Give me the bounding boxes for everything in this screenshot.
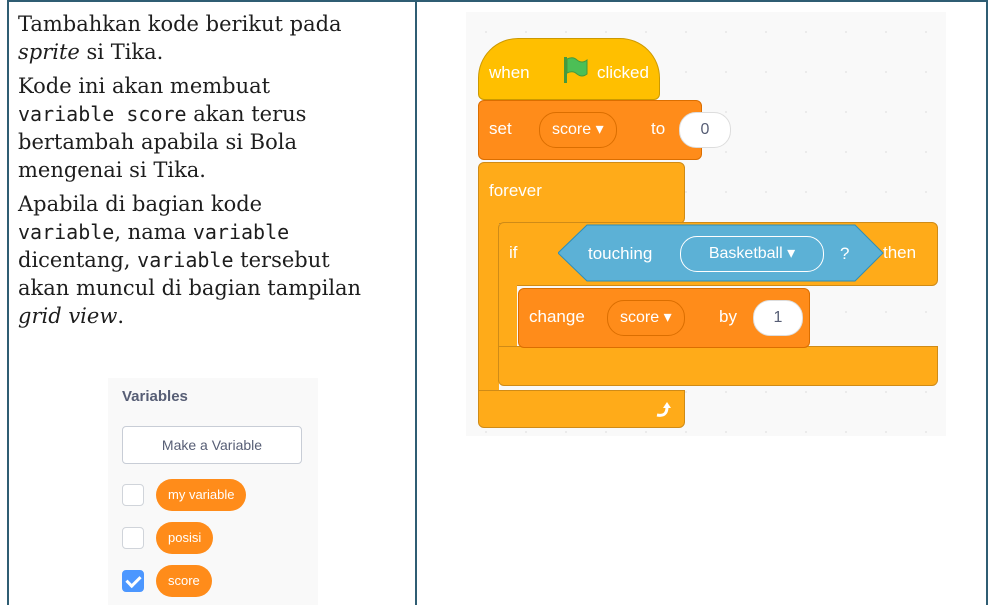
hat-clicked-label: clicked (597, 63, 649, 82)
instruction-text: Tambahkan kode berikut pada sprite si Ti… (18, 10, 408, 336)
emphasis: sprite (18, 40, 80, 64)
if-bottom (498, 346, 938, 386)
text: Kode ini akan membuat (18, 74, 271, 98)
touching-label: touching (588, 244, 653, 263)
text: . (117, 304, 124, 328)
forever-bottom[interactable] (478, 390, 685, 428)
change-by-label: by (719, 307, 737, 326)
text: bertambah apabila si Bola (18, 130, 297, 154)
text: dicentang, (18, 248, 138, 272)
paragraph-3: Apabila di bagian kode variable, nama va… (18, 190, 408, 330)
set-variable-block[interactable]: set score ▾ to 0 (478, 100, 731, 160)
forever-arm (478, 217, 499, 397)
loop-arrow-icon (656, 402, 671, 417)
set-label: set (489, 119, 512, 138)
then-label: then (883, 243, 917, 262)
paragraph-2: Kode ini akan membuat variable score aka… (18, 72, 408, 184)
set-to-label: to (651, 119, 666, 138)
if-arm (498, 280, 517, 350)
text: Apabila di bagian kode (18, 192, 263, 216)
set-value-input[interactable]: 0 (679, 112, 731, 148)
if-label: if (509, 243, 518, 262)
code-text: variable (192, 220, 290, 244)
code-canvas: when clicked set score ▾ to 0 forever if… (466, 12, 946, 436)
set-variable-dropdown[interactable]: score ▾ (539, 112, 617, 148)
change-variable-block[interactable]: change score ▾ by 1 (518, 288, 810, 348)
change-variable-dropdown[interactable]: score ▾ (607, 300, 685, 336)
variable-reporter[interactable]: my variable (156, 479, 247, 511)
variable-reporter[interactable]: score (156, 565, 212, 597)
code-text: variable score (18, 102, 187, 126)
paragraph-1: Tambahkan kode berikut pada sprite si Ti… (18, 10, 408, 66)
change-label: change (529, 307, 585, 326)
text: , nama (114, 220, 193, 244)
column-divider (415, 0, 417, 605)
text: akan muncul di bagian tampilan (18, 276, 362, 300)
text: mengenai si Tika. (18, 158, 206, 182)
when-flag-clicked-block[interactable]: when clicked (478, 38, 660, 100)
variable-checkbox-checked[interactable] (122, 570, 144, 592)
text: tersebut (233, 248, 330, 272)
palette-title: Variables (122, 388, 188, 405)
code-text: variable (18, 220, 115, 244)
hat-when-label: when (489, 63, 530, 82)
make-variable-button[interactable]: Make a Variable (122, 426, 302, 464)
touching-target-dropdown[interactable]: Basketball ▾ (680, 236, 824, 272)
variable-checkbox[interactable] (122, 484, 144, 506)
variable-reporter[interactable]: posisi (156, 522, 214, 554)
variable-row-posisi: posisi (122, 521, 214, 555)
code-text: variable (137, 248, 234, 272)
green-flag-icon (564, 57, 588, 83)
emphasis: grid view (18, 304, 118, 328)
text: akan terus (186, 102, 307, 126)
variables-palette: Variables Make a Variable my variable po… (108, 378, 318, 605)
touching-question-mark: ? (840, 244, 850, 263)
forever-label: forever (489, 181, 542, 200)
text: Tambahkan kode berikut pada (18, 12, 342, 36)
variable-checkbox[interactable] (122, 527, 144, 549)
variable-row-score: score (122, 564, 212, 598)
change-value-input[interactable]: 1 (753, 300, 803, 336)
forever-block[interactable]: forever (478, 162, 685, 224)
variable-row-my-variable: my variable (122, 478, 247, 512)
text: si Tika. (79, 40, 164, 64)
